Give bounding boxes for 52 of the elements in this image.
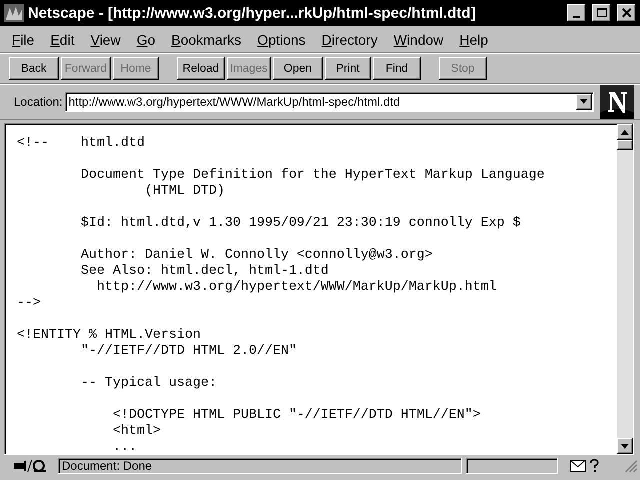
location-field[interactable]: http://www.w3.org/hypertext/WWW/MarkUp/html-spec/html.dtd <box>64 92 594 112</box>
dropdown-button[interactable] <box>576 94 592 110</box>
menu-item[interactable]: Edit <box>42 32 83 48</box>
toolbar-button[interactable]: Print <box>325 57 371 80</box>
code-line: <!-- html.dtd <box>17 136 146 152</box>
code-line: (HTML DTD) <box>144 184 226 200</box>
menu-item[interactable]: Window <box>386 32 452 48</box>
menu-item[interactable]: Bookmarks <box>164 32 250 48</box>
scroll-up-button[interactable] <box>617 124 633 140</box>
help-icon[interactable] <box>590 459 599 473</box>
scroll-down-button[interactable] <box>617 438 633 454</box>
code-line: -- Typical usage: <box>80 376 218 392</box>
scrollbar[interactable] <box>617 124 633 454</box>
minimize-icon <box>573 16 580 18</box>
location-label: Location: <box>14 94 63 108</box>
code-line: $Id: html.dtd,v 1.30 1995/09/21 23:30:19 connolly Exp $ <box>80 216 522 232</box>
menu-item[interactable]: File <box>4 32 43 48</box>
code-line: --> <box>17 296 42 312</box>
toolbar-button[interactable]: Find <box>373 57 421 80</box>
window-title: Netscape - [http://www.w3.org/hyper...rkUp/html-spec/html.dtd] <box>28 4 477 22</box>
up-arrow-icon <box>621 130 629 134</box>
maximize-button[interactable] <box>592 4 611 22</box>
logo-icon[interactable] <box>600 84 634 118</box>
maximize-icon <box>594 6 608 20</box>
minimize-button[interactable] <box>567 4 586 22</box>
menu-item[interactable]: Go <box>128 32 164 48</box>
toolbar-button[interactable]: Open <box>273 57 323 80</box>
code-line: "-//IETF//DTD HTML 2.0//EN" <box>80 344 298 360</box>
code-line: <html> <box>112 424 162 440</box>
close-button[interactable] <box>617 4 636 22</box>
toolbar-button[interactable]: Back <box>9 57 59 80</box>
toolbar-button[interactable]: Reload <box>177 57 225 80</box>
caret-icon <box>580 99 588 104</box>
app-icon[interactable] <box>4 4 24 22</box>
status-text: Document: Done <box>58 458 462 474</box>
mail-icon[interactable] <box>570 460 586 472</box>
menu-item[interactable]: Help <box>452 32 496 48</box>
code-line: See Also: html.decl, html-1.dtd <box>80 264 330 280</box>
menu-item[interactable]: Options <box>250 32 314 48</box>
code-line: Document Type Definition for the HyperText Markup Language <box>80 168 546 184</box>
security-key-icon <box>12 459 46 473</box>
menu-item[interactable]: Directory <box>314 32 386 48</box>
close-icon <box>620 6 634 20</box>
resize-grip-icon[interactable] <box>624 459 638 473</box>
code-line: Author: Daniel W. Connolly <connolly@w3.org> <box>80 248 434 264</box>
menu-item[interactable]: View <box>82 32 129 48</box>
code-line: <!DOCTYPE HTML PUBLIC "-//IETF//DTD HTML//EN"> <box>112 408 482 424</box>
code-line: <!ENTITY % HTML.Version <box>17 328 202 344</box>
scroll-thumb[interactable] <box>617 140 633 150</box>
code-line: ... <box>112 440 138 454</box>
code-line: http://www.w3.org/hypertext/WWW/MarkUp/MarkUp.html <box>96 280 498 296</box>
down-arrow-icon <box>621 444 629 448</box>
